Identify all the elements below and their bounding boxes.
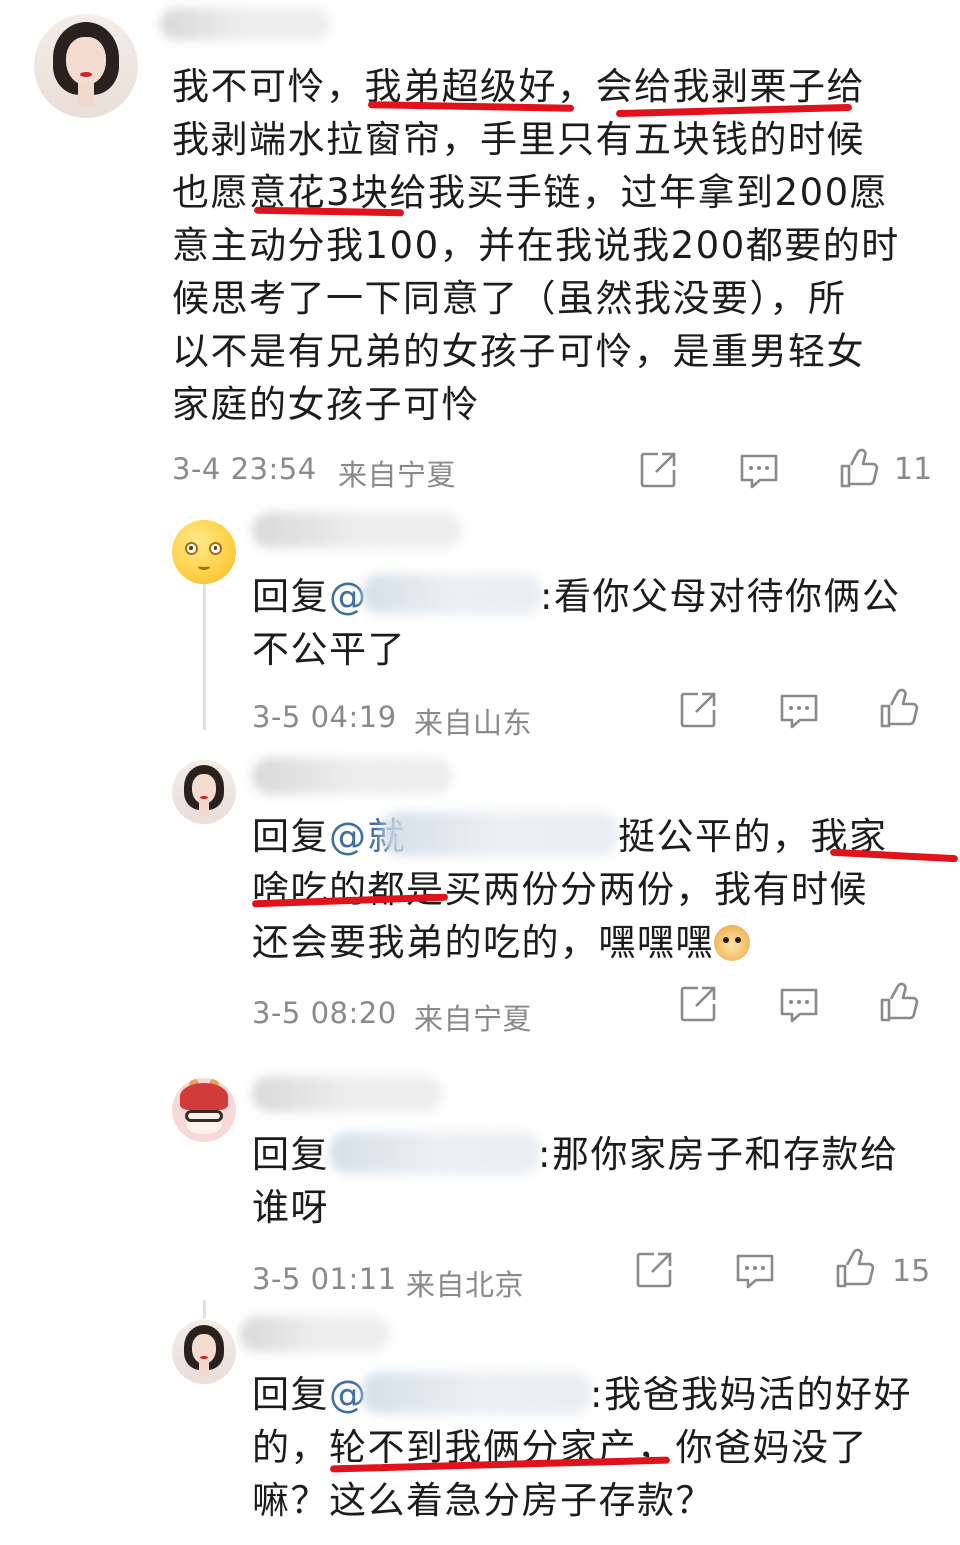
thumbs-up-icon	[836, 1248, 875, 1288]
username-redacted[interactable]	[160, 8, 330, 40]
timestamp: 3-4 23:54	[172, 452, 317, 486]
comment-line: 家庭的女孩子可怜	[172, 383, 480, 426]
share-button[interactable]	[678, 984, 718, 1024]
share-icon	[636, 1252, 672, 1288]
reply3-avatar[interactable]	[172, 1078, 236, 1142]
mention-redacted[interactable]	[362, 574, 542, 614]
reply-prefix: 回复@	[252, 1373, 368, 1416]
main-avatar[interactable]	[34, 14, 138, 118]
reply-prefix: 回复	[252, 1133, 329, 1176]
comment-line: 嘛？这么着急分房子存款？	[252, 1479, 714, 1522]
share-icon	[680, 986, 716, 1022]
share-icon	[640, 452, 676, 488]
username-redacted[interactable]	[252, 512, 462, 548]
doge-emoji	[714, 925, 750, 961]
mention-redacted[interactable]	[362, 1372, 592, 1414]
comment-line: 不公平了	[252, 628, 406, 671]
timestamp: 3-5 08:20	[252, 996, 397, 1030]
username-redacted[interactable]	[252, 758, 452, 794]
location: 来自宁夏	[414, 1002, 533, 1036]
mention-redacted[interactable]	[330, 1132, 540, 1174]
thread-line	[203, 580, 206, 730]
comment-button[interactable]	[734, 1252, 776, 1290]
comment-icon	[780, 694, 818, 729]
comment-line: 我剥端水拉窗帘，手里只有五块钱的时候	[172, 118, 865, 161]
username-redacted[interactable]	[252, 1076, 442, 1112]
like-count: 11	[894, 452, 933, 487]
comment-line: 以不是有兄弟的女孩子可怜，是重男轻女	[172, 330, 865, 373]
reply-line1-rest: :我爸我妈活的好好	[590, 1373, 912, 1416]
like-button[interactable]	[878, 688, 920, 730]
comment-line: 还会要我弟的吃的，嘿嘿嘿	[252, 916, 750, 969]
comment-button[interactable]	[778, 986, 820, 1024]
timestamp: 3-5 01:11	[252, 1262, 397, 1296]
comment-line: 啥吃的都是买两份分两份，我有时候	[252, 868, 868, 911]
reply-prefix: 回复@	[252, 575, 368, 618]
timestamp: 3-5 04:19	[252, 700, 397, 734]
share-button[interactable]	[678, 690, 718, 730]
location: 来自宁夏	[338, 458, 457, 492]
thumbs-up-icon	[880, 982, 919, 1022]
mention-redacted[interactable]	[382, 812, 618, 856]
comment-line: 谁呀	[252, 1186, 329, 1229]
comment-icon	[736, 1254, 774, 1289]
like-count: 15	[892, 1254, 931, 1289]
like-button[interactable]	[838, 448, 880, 490]
like-button[interactable]	[834, 1248, 876, 1290]
thread-line	[203, 1300, 206, 1318]
username-redacted[interactable]	[240, 1316, 390, 1352]
reply4-avatar[interactable]	[172, 1320, 236, 1384]
comment-icon	[740, 454, 778, 489]
share-icon	[680, 692, 716, 728]
like-button[interactable]	[878, 982, 920, 1024]
comment-button[interactable]	[738, 452, 780, 490]
comment-line: 候思考了一下同意了（虽然我没要），所	[172, 277, 847, 320]
thumbs-up-icon	[840, 448, 879, 488]
location: 来自北京	[406, 1268, 525, 1302]
location: 来自山东	[414, 706, 533, 740]
comment-icon	[780, 988, 818, 1023]
reply-line1-rest: :那你家房子和存款给	[538, 1133, 899, 1176]
reply2-avatar[interactable]	[172, 760, 236, 824]
share-button[interactable]	[634, 1250, 674, 1290]
comment-button[interactable]	[778, 692, 820, 730]
thumbs-up-icon	[880, 688, 919, 728]
comment-line: 意主动分我100，并在我说我200都要的时	[172, 224, 900, 267]
reply1-avatar[interactable]	[172, 520, 236, 584]
share-button[interactable]	[638, 450, 678, 490]
reply-line1-rest: :看你父母对待你俩公	[540, 575, 901, 618]
